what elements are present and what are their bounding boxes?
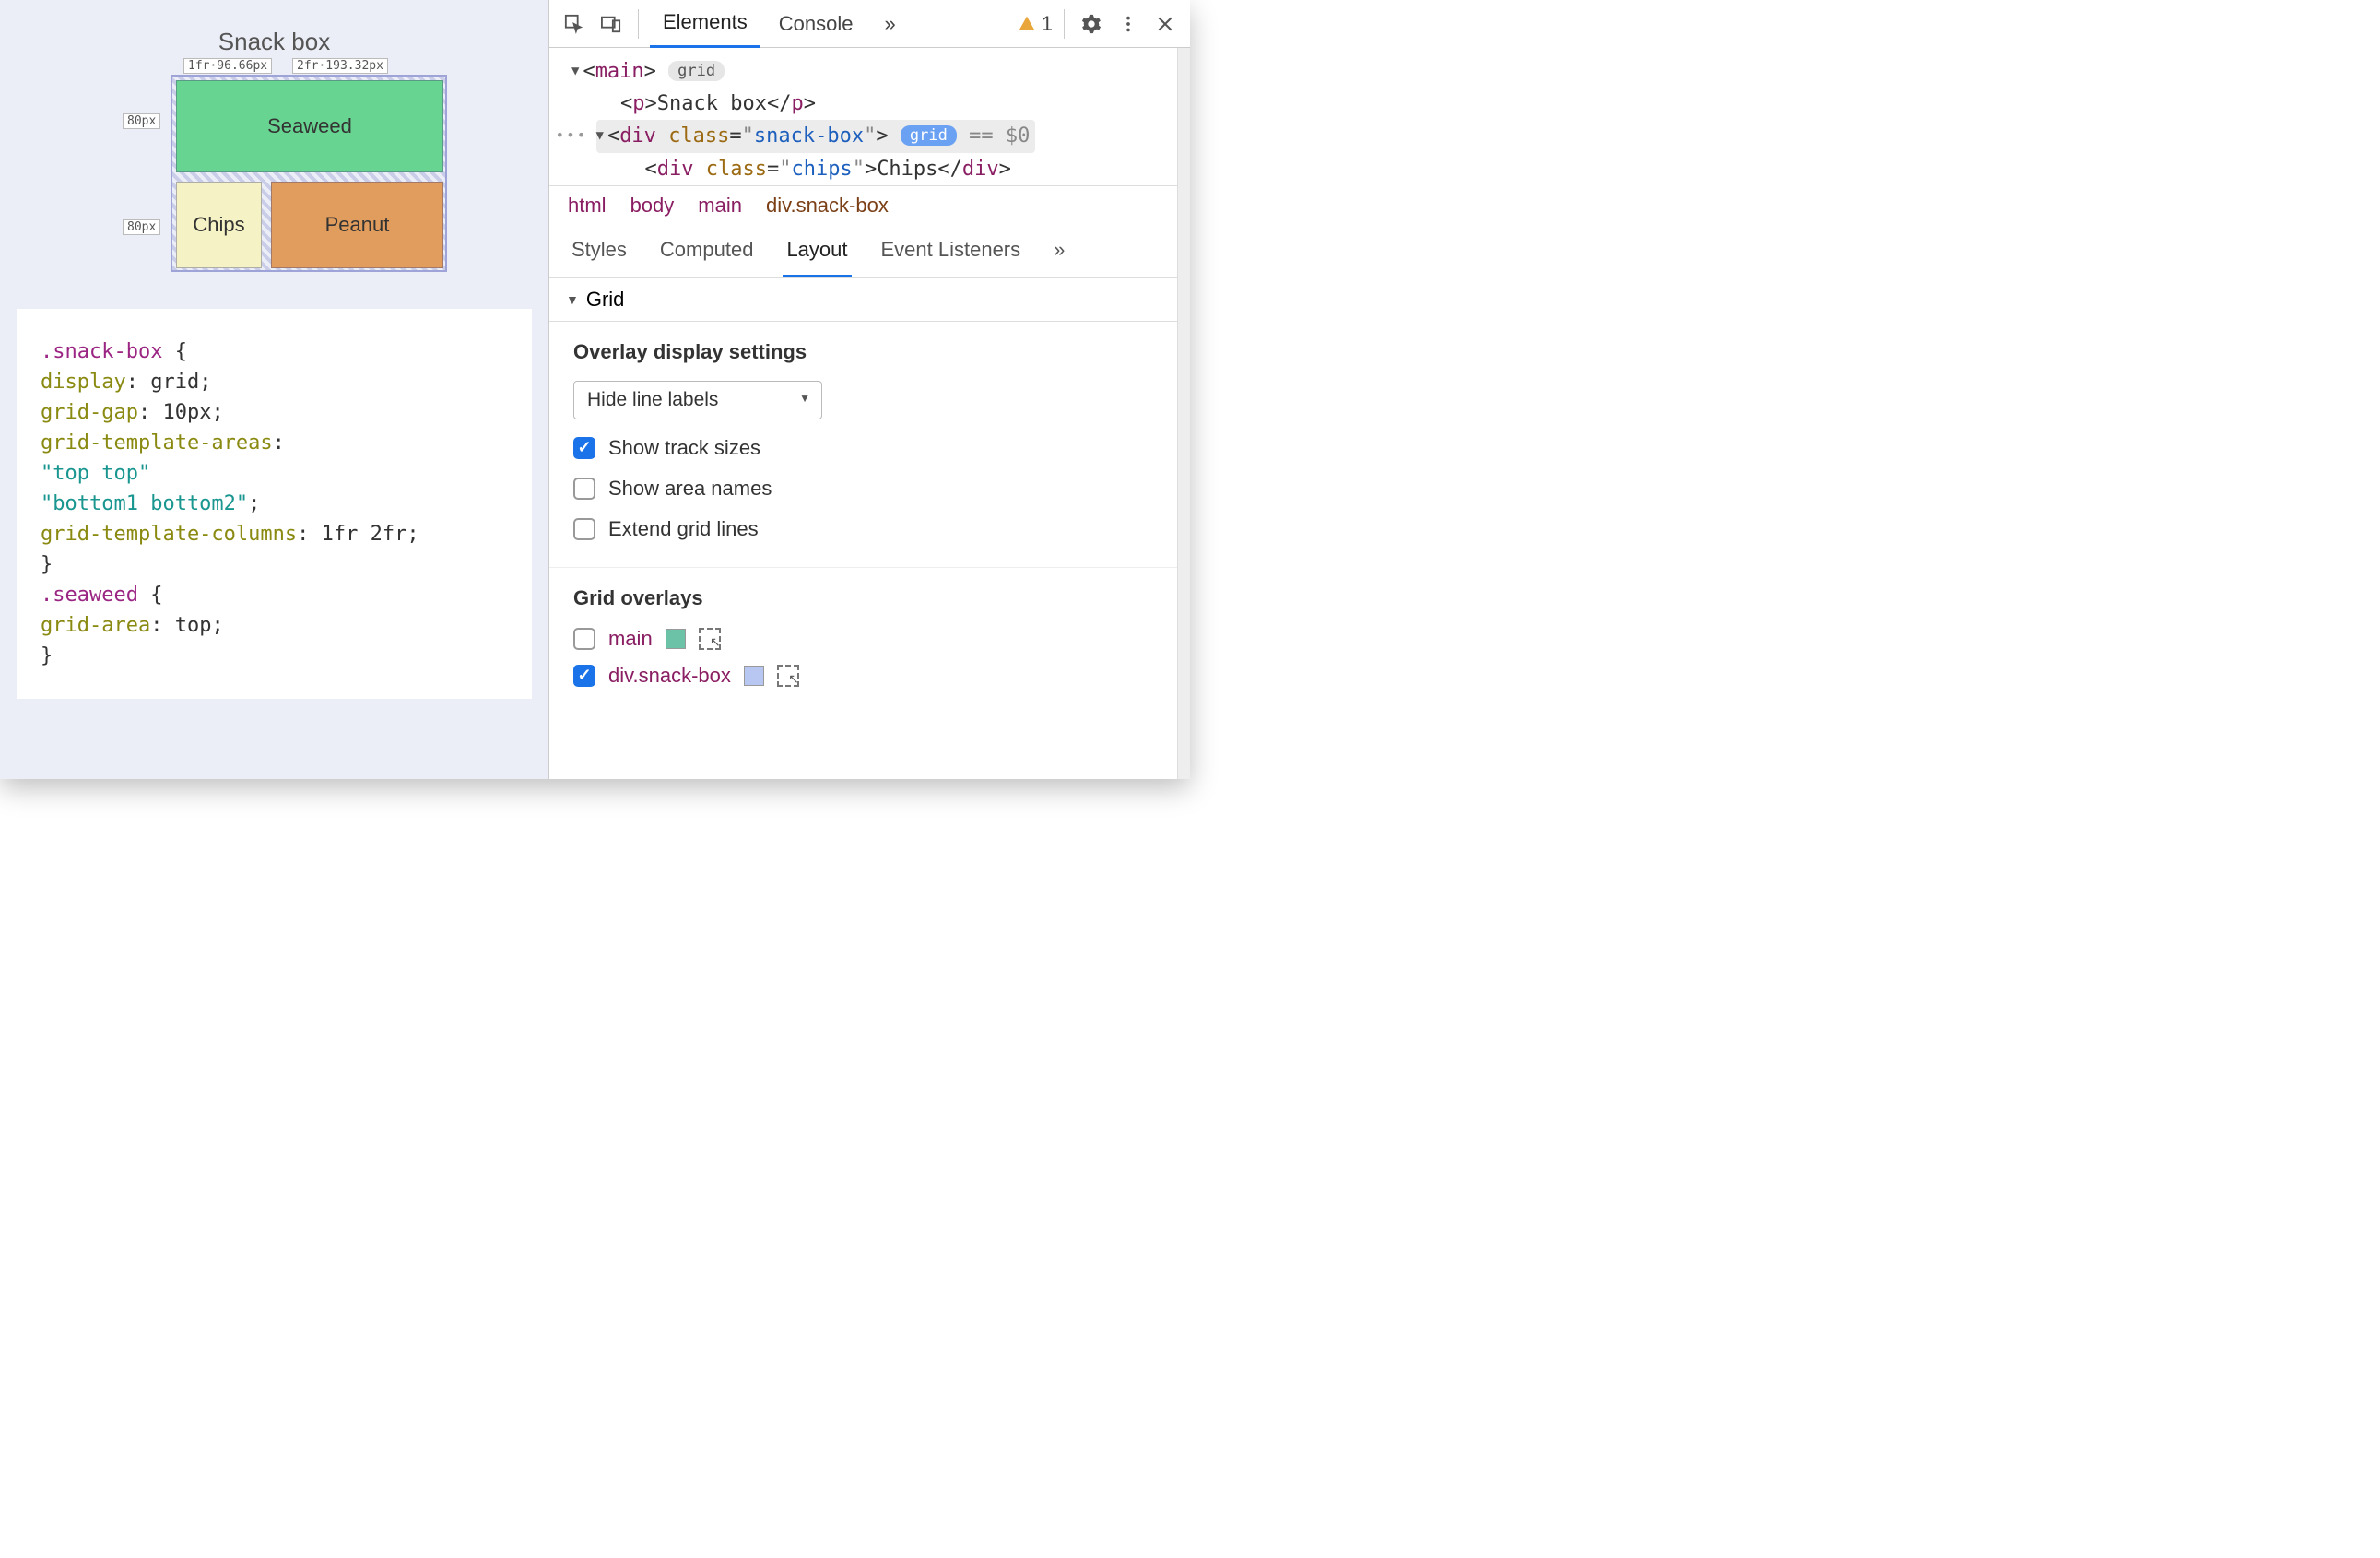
warnings-count: 1: [1042, 12, 1053, 36]
color-swatch[interactable]: [666, 629, 686, 649]
page-title: Snack box: [17, 28, 532, 56]
checkbox-icon: [573, 628, 595, 650]
grid-demo: 1fr·96.66px 2fr·193.32px 80px 80px Seawe…: [124, 75, 424, 272]
code-line: }: [41, 549, 508, 580]
checkbox-icon: [573, 478, 595, 500]
scrollbar[interactable]: [1177, 48, 1190, 779]
crumb[interactable]: html: [568, 194, 607, 218]
code-line: display: grid;: [41, 367, 508, 397]
highlight-icon[interactable]: [699, 628, 721, 650]
code-line: }: [41, 641, 508, 671]
gear-icon[interactable]: [1076, 8, 1107, 40]
checkbox-label: Extend grid lines: [608, 517, 759, 541]
tab-more[interactable]: »: [871, 0, 908, 48]
styles-subtabs: Styles Computed Layout Event Listeners »: [549, 225, 1177, 278]
grid-cell-chips: Chips: [176, 182, 262, 268]
devtools-toolbar: Elements Console » 1: [549, 0, 1190, 48]
checkbox-extend-lines[interactable]: Extend grid lines: [573, 517, 1153, 541]
grid-cell-peanut: Peanut: [271, 182, 443, 268]
code-line: .seaweed {: [41, 580, 508, 610]
checkbox-label: Show track sizes: [608, 436, 760, 460]
divider: [638, 9, 639, 39]
grid-overlay-row[interactable]: main: [573, 627, 1153, 651]
subtab-more[interactable]: »: [1050, 225, 1068, 277]
grid-cell-seaweed: Seaweed: [176, 80, 443, 172]
inspect-icon[interactable]: [559, 8, 590, 40]
subtab-computed[interactable]: Computed: [656, 225, 758, 277]
warnings-badge[interactable]: 1: [1018, 12, 1053, 36]
grid-row-label: 80px: [123, 219, 160, 235]
crumb[interactable]: body: [630, 194, 675, 218]
overlay-name: div.snack-box: [608, 664, 731, 688]
checkbox-icon: [573, 437, 595, 459]
tab-console[interactable]: Console: [766, 0, 866, 48]
checkbox-icon: [573, 665, 595, 687]
kebab-icon[interactable]: [1113, 8, 1144, 40]
grid-col-label: 1fr·96.66px: [183, 58, 272, 74]
page-preview: Snack box 1fr·96.66px 2fr·193.32px 80px …: [0, 0, 548, 779]
grid-row-label: 80px: [123, 113, 160, 129]
checkbox-track-sizes[interactable]: Show track sizes: [573, 436, 1153, 460]
subtab-styles[interactable]: Styles: [568, 225, 630, 277]
breadcrumb: html body main div.snack-box: [549, 185, 1177, 225]
crumb-current[interactable]: div.snack-box: [766, 194, 889, 218]
crumb[interactable]: main: [698, 194, 742, 218]
line-labels-select[interactable]: Hide line labels: [573, 381, 822, 419]
subtab-listeners[interactable]: Event Listeners: [878, 225, 1025, 277]
code-line: grid-template-columns: 1fr 2fr;: [41, 519, 508, 549]
dom-node-main[interactable]: <main> grid: [571, 55, 1170, 88]
overlay-settings-title: Overlay display settings: [573, 340, 1153, 364]
checkbox-icon: [573, 518, 595, 540]
checkbox-area-names[interactable]: Show area names: [573, 477, 1153, 501]
grid-col-label: 2fr·193.32px: [292, 58, 388, 74]
code-line: "top top": [41, 458, 508, 489]
code-line: grid-gap: 10px;: [41, 397, 508, 428]
color-swatch[interactable]: [744, 666, 764, 686]
overlay-settings: Overlay display settings Hide line label…: [549, 322, 1177, 567]
dom-node-p[interactable]: <p>Snack box</p>: [571, 88, 1170, 120]
devtools-panel: Elements Console » 1 <main> grid <p>Snac…: [548, 0, 1190, 779]
grid-overlays: Grid overlays main div.snack-box: [549, 567, 1177, 710]
devtools-body: <main> grid <p>Snack box</p> <div class=…: [549, 48, 1177, 779]
dom-tree[interactable]: <main> grid <p>Snack box</p> <div class=…: [549, 48, 1177, 185]
close-icon[interactable]: [1149, 8, 1181, 40]
overlay-name: main: [608, 627, 653, 651]
grid-section-header[interactable]: Grid: [549, 278, 1177, 322]
css-code-block: .snack-box { display: grid; grid-gap: 10…: [17, 309, 532, 699]
grid-overlays-title: Grid overlays: [573, 586, 1153, 610]
checkbox-label: Show area names: [608, 477, 772, 501]
code-line: .snack-box {: [41, 336, 508, 367]
device-toggle-icon[interactable]: [595, 8, 627, 40]
code-line: "bottom1 bottom2";: [41, 489, 508, 519]
code-line: grid-template-areas:: [41, 428, 508, 458]
grid-container: 1fr·96.66px 2fr·193.32px 80px 80px Seawe…: [171, 75, 447, 272]
dom-node-selected[interactable]: <div class="snack-box"> grid == $0: [571, 120, 1170, 152]
grid-overlay-row[interactable]: div.snack-box: [573, 664, 1153, 688]
highlight-icon[interactable]: [777, 665, 799, 687]
code-line: grid-area: top;: [41, 610, 508, 641]
subtab-layout[interactable]: Layout: [783, 225, 851, 277]
divider: [1064, 9, 1065, 39]
tab-elements[interactable]: Elements: [650, 0, 760, 48]
dom-node-child[interactable]: <div class="chips">Chips</div>: [571, 153, 1170, 185]
